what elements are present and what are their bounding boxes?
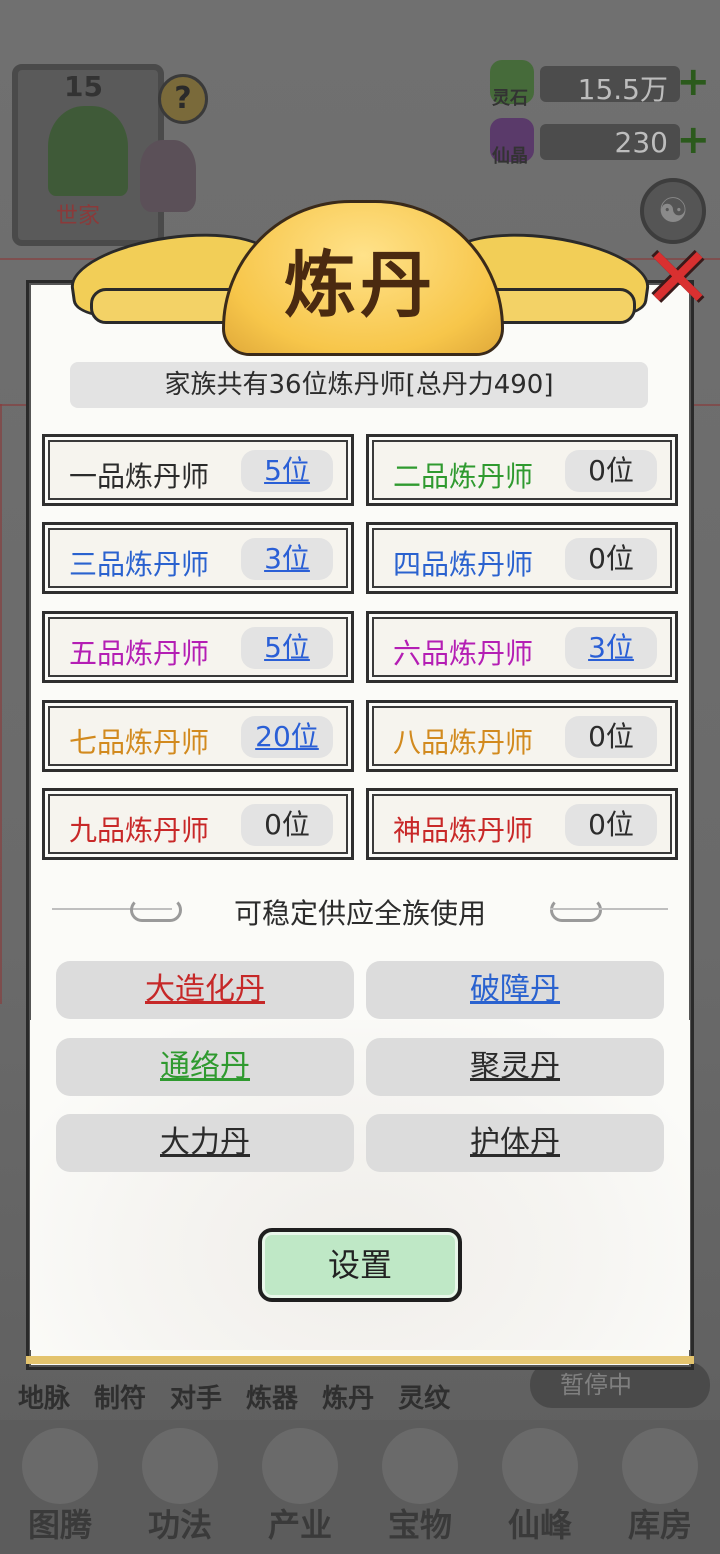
grade-label: 五品炼丹师 [69,637,210,670]
sub-tab[interactable]: 炼器 [246,1378,298,1415]
alchemist-grade-card: 一品炼丹师 5位 [42,434,354,506]
alchemist-grade-card: 九品炼丹师 0位 [42,788,354,860]
grade-count[interactable]: 5位 [241,627,333,669]
sub-tab-bar: 地脉 制符 对手 炼器 炼丹 灵纹 [18,1378,538,1415]
grade-label: 四品炼丹师 [393,548,534,581]
grade-count[interactable]: 3位 [565,627,657,669]
nav-label: 功法 [147,1506,212,1544]
help-icon[interactable]: ? [158,74,208,124]
alchemist-grade-card: 神品炼丹师 0位 [366,788,678,860]
grade-count[interactable]: 20位 [241,716,333,758]
nav-label: 图腾 [27,1506,92,1544]
grade-count[interactable]: 5位 [241,450,333,492]
grade-count: 0位 [565,450,657,492]
dialog-bottom-border [26,1356,694,1364]
alchemist-grade-card: 八品炼丹师 0位 [366,700,678,772]
sub-tab[interactable]: 炼丹 [322,1378,374,1415]
grade-count[interactable]: 3位 [241,538,333,580]
alchemist-summary: 家族共有36位炼丹师[总丹力490] [70,362,648,408]
sub-tab[interactable]: 地脉 [18,1378,70,1415]
grade-label: 神品炼丹师 [393,814,534,847]
alchemist-grade-card: 六品炼丹师 3位 [366,611,678,683]
dialog-title: 炼丹 [283,243,436,327]
nav-skills[interactable]: 功法 [120,1420,240,1554]
skills-icon [142,1428,218,1504]
grade-label: 六品炼丹师 [393,637,534,670]
pill-button[interactable]: 聚灵丹 [366,1038,664,1096]
grade-label: 八品炼丹师 [393,726,534,759]
pill-button[interactable]: 大造化丹 [56,961,354,1019]
resource-label: 仙晶 [492,146,528,167]
nav-totem[interactable]: 图腾 [0,1420,120,1554]
storehouse-icon [622,1428,698,1504]
industry-icon [262,1428,338,1504]
add-immortal-crystal-button[interactable]: + [676,120,710,160]
resource-immortal-crystal: 仙晶 230 + [490,118,712,167]
divider-line [550,908,668,910]
grade-count: 0位 [565,716,657,758]
pill-button[interactable]: 大力丹 [56,1114,354,1172]
alchemist-grade-card: 五品炼丹师 5位 [42,611,354,683]
grade-count: 0位 [565,804,657,846]
grade-label: 九品炼丹师 [69,814,210,847]
pill-button[interactable]: 破障丹 [366,961,664,1019]
peak-icon [502,1428,578,1504]
sub-tab[interactable]: 对手 [170,1378,222,1415]
grade-count: 0位 [241,804,333,846]
grade-label: 二品炼丹师 [393,460,534,493]
resource-label: 灵石 [492,88,528,109]
alchemist-grade-card: 四品炼丹师 0位 [366,522,678,594]
resource-value: 15.5万 [577,73,668,106]
pill-button[interactable]: 护体丹 [366,1114,664,1172]
nav-industry[interactable]: 产业 [240,1420,360,1554]
settings-button[interactable]: 设置 [258,1228,462,1302]
add-spirit-stone-button[interactable]: + [676,62,710,102]
alchemist-grade-card: 二品炼丹师 0位 [366,434,678,506]
nav-label: 宝物 [387,1506,452,1544]
sub-tab[interactable]: 灵纹 [398,1378,450,1415]
background-line [0,404,2,1004]
nav-label: 仙峰 [507,1506,572,1544]
tree-icon [48,106,128,196]
nav-treasure[interactable]: 宝物 [360,1420,480,1554]
resource-spirit-stone: 灵石 15.5万 + [490,60,712,109]
close-icon[interactable]: ✕ [640,236,716,320]
resource-value: 230 [614,126,668,159]
grade-label: 七品炼丹师 [69,726,210,759]
nav-label: 产业 [267,1506,332,1544]
totem-icon [22,1428,98,1504]
nav-label: 库房 [627,1506,692,1544]
treasure-icon [382,1428,458,1504]
nav-peak[interactable]: 仙峰 [480,1420,600,1554]
grade-count: 0位 [565,538,657,580]
sub-tab[interactable]: 制符 [94,1378,146,1415]
alchemist-grade-card: 三品炼丹师 3位 [42,522,354,594]
grade-label: 三品炼丹师 [69,548,210,581]
family-level: 15 [64,70,103,103]
nav-storehouse[interactable]: 库房 [600,1420,720,1554]
pill-button[interactable]: 通络丹 [56,1038,354,1096]
bottom-nav: 图腾 功法 产业 宝物 仙峰 库房 [0,1420,720,1554]
cloud-swirl-icon [550,898,602,922]
grade-label: 一品炼丹师 [69,460,210,493]
section-title: 可稳定供应全族使用 [233,897,486,930]
alchemist-grade-card: 七品炼丹师 20位 [42,700,354,772]
